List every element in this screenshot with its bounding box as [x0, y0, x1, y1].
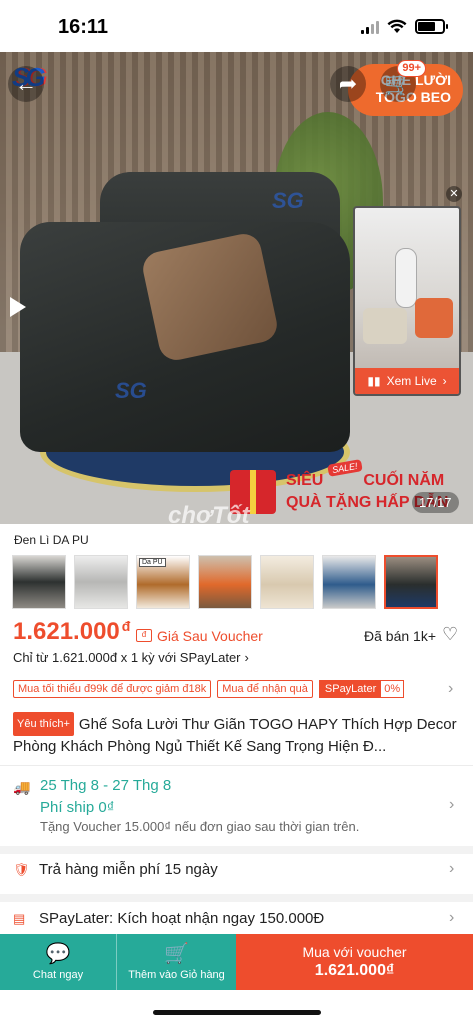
chevron-right-icon: ›: [244, 650, 249, 665]
installment-info[interactable]: Chỉ từ 1.621.000đ x 1 kỳ với SPayLater ›: [13, 650, 249, 665]
chevron-right-icon[interactable]: ›: [449, 909, 454, 927]
arrow-left-icon: ←: [15, 71, 37, 96]
shipping-note: Tặng Voucher 15.000₫ nếu đơn giao sau th…: [40, 819, 360, 834]
status-bar: 16:11: [0, 0, 473, 52]
product-image-gallery[interactable]: SG GHẾ LƯỜI TOGO BEO ← ➦ 🛒 99+ SG SG ✕ ▮…: [0, 52, 473, 524]
site-watermark: chợTốt: [168, 502, 250, 524]
variant-thumb[interactable]: [198, 555, 252, 609]
favorite-badge: Yêu thích+: [13, 712, 74, 736]
wifi-icon: [387, 19, 407, 33]
variant-thumb-selected[interactable]: [384, 555, 438, 609]
play-icon[interactable]: [10, 297, 26, 317]
home-indicator[interactable]: [153, 1010, 321, 1015]
variant-thumb[interactable]: [74, 555, 128, 609]
sold-count: Đã bán 1k+: [364, 628, 436, 644]
spaylater-row[interactable]: ▤ SPayLater: Kích hoạt nhận ngay 150.000Đ: [13, 910, 324, 927]
gift-tag: Mua để nhận quà: [217, 680, 313, 698]
variant-thumb[interactable]: [12, 555, 66, 609]
watermark-logo: SG: [115, 378, 147, 403]
watermark-logo: SG: [272, 188, 304, 213]
battery-icon: [415, 19, 448, 34]
shield-icon: 🛡: [13, 862, 30, 877]
chevron-right-icon: ›: [442, 374, 447, 388]
cart-count-badge: 99+: [397, 60, 426, 77]
chevron-right-icon[interactable]: ›: [449, 860, 454, 878]
chevron-right-icon[interactable]: ›: [448, 680, 453, 698]
product-title: Yêu thích+ Ghế Sofa Lười Thư Giãn TOGO HA…: [13, 712, 461, 758]
live-preview[interactable]: ▮▮ Xem Live ›: [353, 206, 461, 396]
variant-thumb[interactable]: [322, 555, 376, 609]
share-button[interactable]: ➦: [330, 66, 366, 102]
status-time: 16:11: [58, 16, 109, 38]
promo-tags[interactable]: Mua tối thiểu đ99k để được giảm đ18k Mua…: [13, 680, 405, 698]
share-icon: ➦: [338, 71, 358, 96]
watch-live-button[interactable]: ▮▮ Xem Live ›: [355, 368, 459, 394]
chat-button[interactable]: 💬 Chat ngay: [0, 934, 117, 990]
heart-icon[interactable]: ♡: [442, 624, 458, 645]
price: 1.621.000 đ: [13, 618, 131, 645]
signal-icon: [361, 20, 379, 34]
variant-thumb[interactable]: [260, 555, 314, 609]
variant-thumbnails: Da PU: [12, 555, 438, 609]
cart-button[interactable]: 🛒 99+: [380, 60, 426, 102]
live-bars-icon: ▮▮: [367, 374, 381, 388]
spaylater-tag: SPayLater 0%: [318, 680, 405, 698]
close-live-icon[interactable]: ✕: [446, 186, 462, 202]
chat-icon: 💬: [45, 943, 71, 965]
variant-label: Đen Lì DA PU: [14, 533, 89, 547]
chevron-right-icon[interactable]: ›: [449, 796, 454, 814]
shipping-fee: Phí ship 0₫: [40, 799, 115, 816]
truck-icon: 🚚: [13, 779, 31, 795]
bottom-action-bar: 💬 Chat ngay 🛒 Thêm vào Giỏ hàng Mua với …: [0, 934, 473, 990]
cart-plus-icon: 🛒: [164, 943, 189, 965]
image-counter: 17/17: [412, 492, 459, 513]
voucher-icon: đ: [136, 629, 152, 642]
status-icons: [361, 19, 448, 34]
buy-with-voucher-button[interactable]: Mua với voucher 1.621.000₫: [236, 934, 473, 990]
free-return-row[interactable]: 🛡 Trả hàng miễn phí 15 ngày: [13, 861, 218, 878]
min-order-tag: Mua tối thiểu đ99k để được giảm đ18k: [13, 680, 212, 698]
delivery-date: 25 Thg 8 - 27 Thg 8: [40, 777, 172, 794]
add-to-cart-button[interactable]: 🛒 Thêm vào Giỏ hàng: [117, 934, 236, 990]
variant-thumb[interactable]: Da PU: [136, 555, 190, 609]
back-button[interactable]: ←: [8, 66, 44, 102]
price-after-voucher[interactable]: Giá Sau Voucher: [157, 628, 263, 644]
wallet-icon: ▤: [13, 911, 26, 926]
